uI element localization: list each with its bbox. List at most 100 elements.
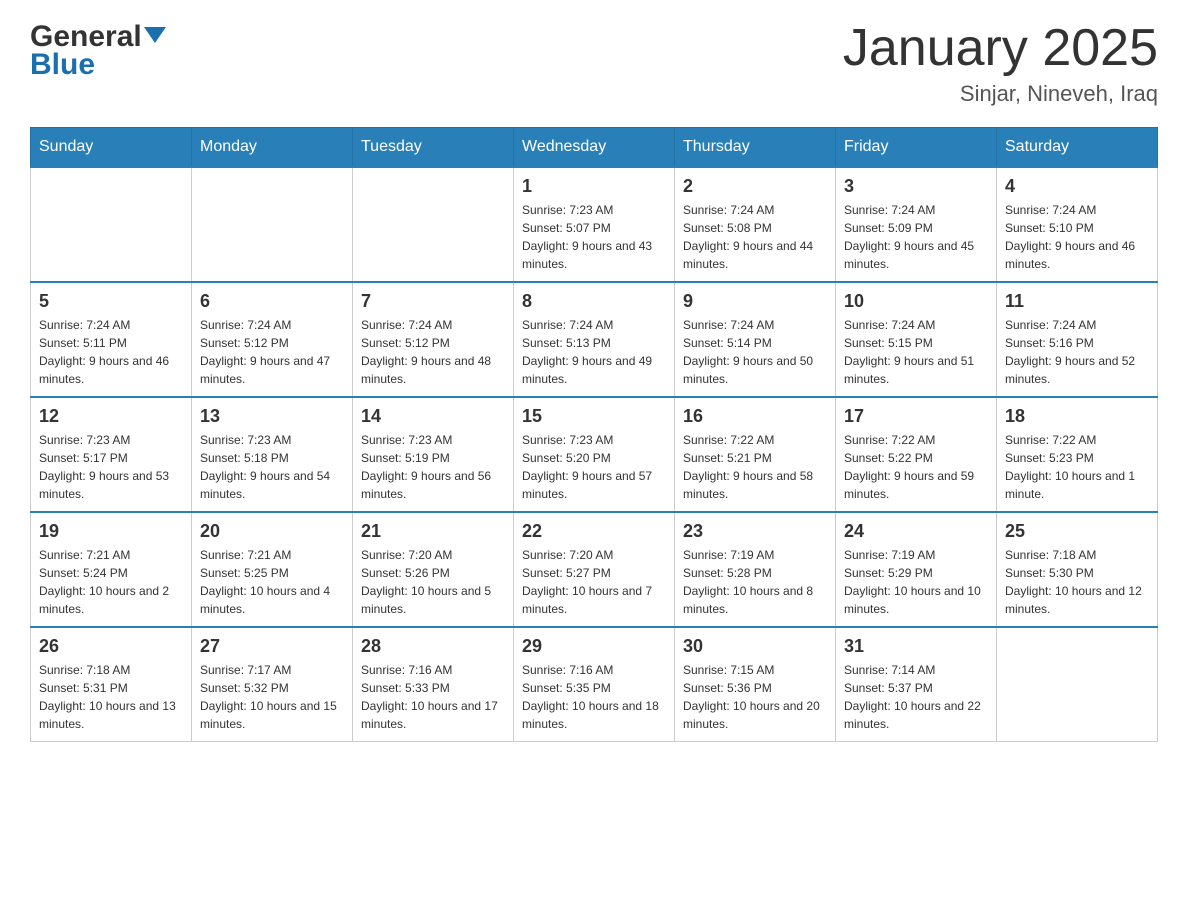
day-info: Sunrise: 7:22 AMSunset: 5:23 PMDaylight:… xyxy=(1005,431,1149,503)
day-number: 4 xyxy=(1005,176,1149,197)
header-friday: Friday xyxy=(836,128,997,168)
day-number: 14 xyxy=(361,406,505,427)
day-number: 15 xyxy=(522,406,666,427)
calendar-cell: 27 Sunrise: 7:17 AMSunset: 5:32 PMDaylig… xyxy=(192,627,353,742)
logo-blue-text: Blue xyxy=(30,48,95,82)
header-wednesday: Wednesday xyxy=(514,128,675,168)
day-info: Sunrise: 7:19 AMSunset: 5:29 PMDaylight:… xyxy=(844,546,988,618)
logo: General Blue xyxy=(30,20,166,82)
header-monday: Monday xyxy=(192,128,353,168)
week-row-1: 1 Sunrise: 7:23 AMSunset: 5:07 PMDayligh… xyxy=(31,167,1158,282)
day-info: Sunrise: 7:24 AMSunset: 5:13 PMDaylight:… xyxy=(522,316,666,388)
day-info: Sunrise: 7:19 AMSunset: 5:28 PMDaylight:… xyxy=(683,546,827,618)
day-info: Sunrise: 7:23 AMSunset: 5:18 PMDaylight:… xyxy=(200,431,344,503)
day-number: 11 xyxy=(1005,291,1149,312)
day-info: Sunrise: 7:24 AMSunset: 5:15 PMDaylight:… xyxy=(844,316,988,388)
day-number: 29 xyxy=(522,636,666,657)
calendar-cell: 5 Sunrise: 7:24 AMSunset: 5:11 PMDayligh… xyxy=(31,282,192,397)
calendar-cell: 10 Sunrise: 7:24 AMSunset: 5:15 PMDaylig… xyxy=(836,282,997,397)
day-info: Sunrise: 7:22 AMSunset: 5:21 PMDaylight:… xyxy=(683,431,827,503)
day-info: Sunrise: 7:24 AMSunset: 5:14 PMDaylight:… xyxy=(683,316,827,388)
week-row-5: 26 Sunrise: 7:18 AMSunset: 5:31 PMDaylig… xyxy=(31,627,1158,742)
day-number: 27 xyxy=(200,636,344,657)
calendar-cell xyxy=(31,167,192,282)
day-info: Sunrise: 7:21 AMSunset: 5:25 PMDaylight:… xyxy=(200,546,344,618)
calendar-table: Sunday Monday Tuesday Wednesday Thursday… xyxy=(30,127,1158,742)
calendar-cell: 12 Sunrise: 7:23 AMSunset: 5:17 PMDaylig… xyxy=(31,397,192,512)
weekday-header-row: Sunday Monday Tuesday Wednesday Thursday… xyxy=(31,128,1158,168)
day-number: 18 xyxy=(1005,406,1149,427)
day-number: 16 xyxy=(683,406,827,427)
day-number: 17 xyxy=(844,406,988,427)
header-tuesday: Tuesday xyxy=(353,128,514,168)
day-number: 5 xyxy=(39,291,183,312)
day-info: Sunrise: 7:23 AMSunset: 5:07 PMDaylight:… xyxy=(522,201,666,273)
day-info: Sunrise: 7:16 AMSunset: 5:35 PMDaylight:… xyxy=(522,661,666,733)
day-number: 10 xyxy=(844,291,988,312)
day-number: 20 xyxy=(200,521,344,542)
calendar-cell xyxy=(353,167,514,282)
day-number: 3 xyxy=(844,176,988,197)
calendar-cell: 25 Sunrise: 7:18 AMSunset: 5:30 PMDaylig… xyxy=(997,512,1158,627)
day-info: Sunrise: 7:18 AMSunset: 5:31 PMDaylight:… xyxy=(39,661,183,733)
day-info: Sunrise: 7:24 AMSunset: 5:09 PMDaylight:… xyxy=(844,201,988,273)
calendar-cell: 15 Sunrise: 7:23 AMSunset: 5:20 PMDaylig… xyxy=(514,397,675,512)
day-number: 7 xyxy=(361,291,505,312)
day-info: Sunrise: 7:24 AMSunset: 5:08 PMDaylight:… xyxy=(683,201,827,273)
calendar-cell: 4 Sunrise: 7:24 AMSunset: 5:10 PMDayligh… xyxy=(997,167,1158,282)
day-info: Sunrise: 7:23 AMSunset: 5:17 PMDaylight:… xyxy=(39,431,183,503)
calendar-cell: 31 Sunrise: 7:14 AMSunset: 5:37 PMDaylig… xyxy=(836,627,997,742)
day-info: Sunrise: 7:24 AMSunset: 5:16 PMDaylight:… xyxy=(1005,316,1149,388)
day-info: Sunrise: 7:24 AMSunset: 5:10 PMDaylight:… xyxy=(1005,201,1149,273)
day-number: 6 xyxy=(200,291,344,312)
day-info: Sunrise: 7:16 AMSunset: 5:33 PMDaylight:… xyxy=(361,661,505,733)
day-info: Sunrise: 7:22 AMSunset: 5:22 PMDaylight:… xyxy=(844,431,988,503)
day-number: 8 xyxy=(522,291,666,312)
day-number: 13 xyxy=(200,406,344,427)
calendar-subtitle: Sinjar, Nineveh, Iraq xyxy=(843,81,1158,107)
calendar-cell xyxy=(997,627,1158,742)
title-section: January 2025 Sinjar, Nineveh, Iraq xyxy=(843,20,1158,107)
calendar-cell: 18 Sunrise: 7:22 AMSunset: 5:23 PMDaylig… xyxy=(997,397,1158,512)
day-number: 12 xyxy=(39,406,183,427)
calendar-cell: 24 Sunrise: 7:19 AMSunset: 5:29 PMDaylig… xyxy=(836,512,997,627)
calendar-cell: 11 Sunrise: 7:24 AMSunset: 5:16 PMDaylig… xyxy=(997,282,1158,397)
day-info: Sunrise: 7:20 AMSunset: 5:26 PMDaylight:… xyxy=(361,546,505,618)
day-info: Sunrise: 7:24 AMSunset: 5:12 PMDaylight:… xyxy=(361,316,505,388)
day-number: 2 xyxy=(683,176,827,197)
header-sunday: Sunday xyxy=(31,128,192,168)
logo-triangle-icon xyxy=(144,27,166,43)
day-info: Sunrise: 7:24 AMSunset: 5:12 PMDaylight:… xyxy=(200,316,344,388)
day-number: 22 xyxy=(522,521,666,542)
week-row-2: 5 Sunrise: 7:24 AMSunset: 5:11 PMDayligh… xyxy=(31,282,1158,397)
day-info: Sunrise: 7:24 AMSunset: 5:11 PMDaylight:… xyxy=(39,316,183,388)
day-number: 21 xyxy=(361,521,505,542)
day-info: Sunrise: 7:20 AMSunset: 5:27 PMDaylight:… xyxy=(522,546,666,618)
day-number: 19 xyxy=(39,521,183,542)
calendar-cell: 17 Sunrise: 7:22 AMSunset: 5:22 PMDaylig… xyxy=(836,397,997,512)
calendar-cell: 8 Sunrise: 7:24 AMSunset: 5:13 PMDayligh… xyxy=(514,282,675,397)
day-info: Sunrise: 7:23 AMSunset: 5:19 PMDaylight:… xyxy=(361,431,505,503)
calendar-cell: 22 Sunrise: 7:20 AMSunset: 5:27 PMDaylig… xyxy=(514,512,675,627)
calendar-cell: 3 Sunrise: 7:24 AMSunset: 5:09 PMDayligh… xyxy=(836,167,997,282)
calendar-title: January 2025 xyxy=(843,20,1158,77)
calendar-cell: 16 Sunrise: 7:22 AMSunset: 5:21 PMDaylig… xyxy=(675,397,836,512)
day-number: 1 xyxy=(522,176,666,197)
day-number: 28 xyxy=(361,636,505,657)
calendar-cell: 21 Sunrise: 7:20 AMSunset: 5:26 PMDaylig… xyxy=(353,512,514,627)
calendar-cell: 29 Sunrise: 7:16 AMSunset: 5:35 PMDaylig… xyxy=(514,627,675,742)
calendar-cell: 6 Sunrise: 7:24 AMSunset: 5:12 PMDayligh… xyxy=(192,282,353,397)
calendar-cell: 9 Sunrise: 7:24 AMSunset: 5:14 PMDayligh… xyxy=(675,282,836,397)
week-row-4: 19 Sunrise: 7:21 AMSunset: 5:24 PMDaylig… xyxy=(31,512,1158,627)
calendar-cell: 26 Sunrise: 7:18 AMSunset: 5:31 PMDaylig… xyxy=(31,627,192,742)
day-info: Sunrise: 7:18 AMSunset: 5:30 PMDaylight:… xyxy=(1005,546,1149,618)
day-number: 31 xyxy=(844,636,988,657)
day-info: Sunrise: 7:14 AMSunset: 5:37 PMDaylight:… xyxy=(844,661,988,733)
page-header: General Blue January 2025 Sinjar, Nineve… xyxy=(30,20,1158,107)
week-row-3: 12 Sunrise: 7:23 AMSunset: 5:17 PMDaylig… xyxy=(31,397,1158,512)
calendar-cell xyxy=(192,167,353,282)
calendar-cell: 13 Sunrise: 7:23 AMSunset: 5:18 PMDaylig… xyxy=(192,397,353,512)
calendar-cell: 14 Sunrise: 7:23 AMSunset: 5:19 PMDaylig… xyxy=(353,397,514,512)
day-number: 26 xyxy=(39,636,183,657)
day-number: 25 xyxy=(1005,521,1149,542)
